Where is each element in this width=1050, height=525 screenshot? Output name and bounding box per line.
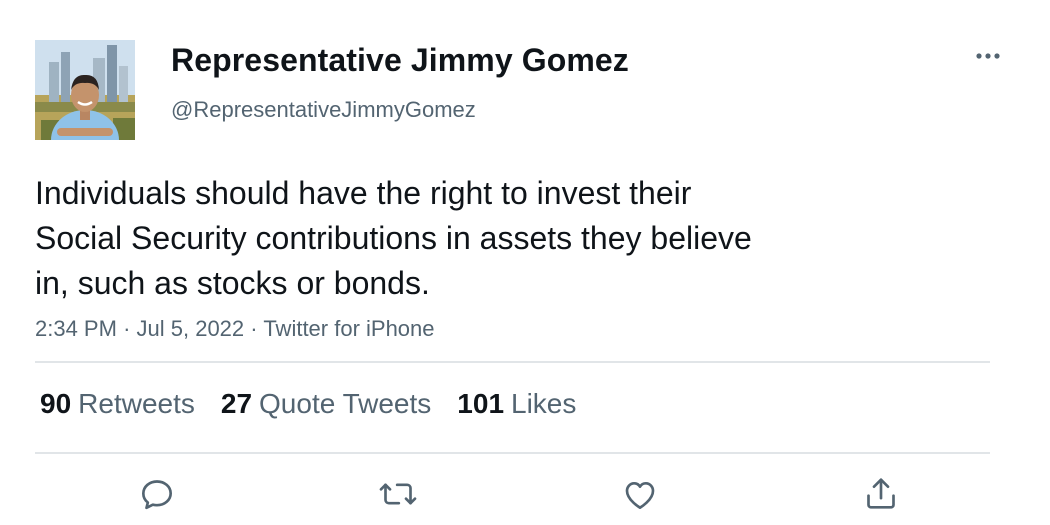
avatar[interactable] <box>35 40 135 140</box>
divider <box>35 361 990 363</box>
retweets-stat[interactable]: 90 Retweets <box>40 388 195 420</box>
meta-separator: · <box>123 316 131 341</box>
tweet-time[interactable]: 2:34 PM <box>35 316 117 341</box>
heart-icon <box>625 482 655 509</box>
tweet-source[interactable]: Twitter for iPhone <box>263 316 434 341</box>
retweets-count: 90 <box>40 388 72 419</box>
reply-button[interactable] <box>137 474 177 514</box>
reply-icon <box>142 480 172 510</box>
retweet-icon <box>379 483 417 505</box>
divider <box>35 452 990 454</box>
more-options-button[interactable] <box>970 40 1006 70</box>
tweet-meta: 2:34 PM · Jul 5, 2022 · Twitter for iPho… <box>35 316 435 342</box>
likes-label: Likes <box>511 388 577 419</box>
tweet-detail: Representative Jimmy Gomez @Representati… <box>0 0 1050 525</box>
retweets-label: Retweets <box>78 388 195 419</box>
quote-tweets-stat[interactable]: 27 Quote Tweets <box>221 388 431 420</box>
quote-tweets-label: Quote Tweets <box>259 388 432 419</box>
share-button[interactable] <box>861 474 901 514</box>
meta-separator: · <box>250 316 258 341</box>
quote-tweets-count: 27 <box>220 388 253 419</box>
tweet-date[interactable]: Jul 5, 2022 <box>137 316 245 341</box>
author-handle[interactable]: @RepresentativeJimmyGomez <box>171 97 476 123</box>
retweet-button[interactable] <box>378 474 418 514</box>
like-button[interactable] <box>620 474 660 514</box>
engagement-stats: 90 Retweets 27 Quote Tweets 101 Likes <box>40 388 602 420</box>
more-horizontal-icon <box>976 53 1000 59</box>
likes-stat[interactable]: 101 Likes <box>457 388 576 420</box>
likes-count: 101 <box>457 388 505 419</box>
tweet-text: Individuals should have the right to inv… <box>35 175 752 301</box>
author-display-name[interactable]: Representative Jimmy Gomez <box>171 42 629 79</box>
share-icon <box>867 478 895 509</box>
